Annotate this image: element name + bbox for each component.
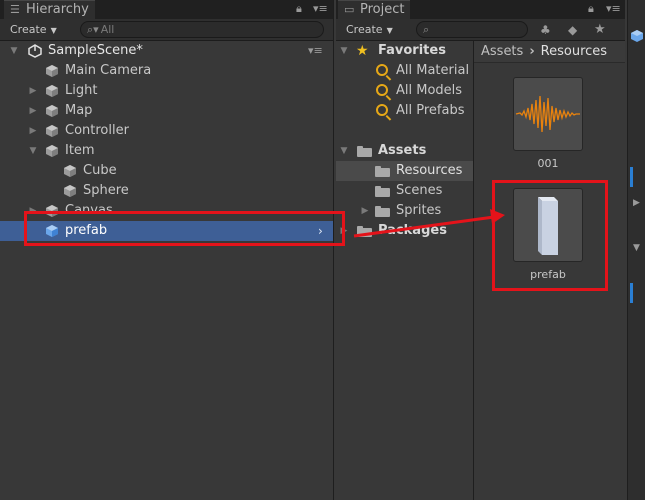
hierarchy-item-map[interactable]: ▶ Map [0,101,333,121]
gameobject-cube-icon [46,85,58,97]
hierarchy-tab-bar: ☰ Hierarchy 🔒︎ ▾≡ [0,0,333,19]
collapse-triangle-icon[interactable]: ▼ [339,141,349,161]
hierarchy-item-item[interactable]: ▼ Item [0,141,333,161]
inspector-panel-edge: ▶ ▼ [627,0,645,500]
filter-by-label-icon[interactable]: ◆ [568,23,577,37]
breadcrumb-resources[interactable]: Resources [541,44,607,59]
folder-icon [375,166,390,177]
scene-row[interactable]: ▼ SampleScene* ▾≡ [0,41,333,61]
saved-search-icon [376,84,388,96]
folder-icon [375,206,390,217]
lock-icon[interactable]: 🔒︎ [296,2,302,16]
hierarchy-toolbar: Create ▼ ⌕▾ All [0,19,333,41]
chevron-down-icon: ▼ [50,26,57,35]
search-icon: ⌕▾ [87,23,99,36]
breadcrumb-assets[interactable]: Assets [481,44,523,59]
chevron-down-icon: ▼ [386,26,393,35]
expand-triangle-icon[interactable]: ▶ [633,198,640,208]
folder-tab-icon: ▭ [344,3,355,16]
hierarchy-item-cube[interactable]: Cube [0,161,333,181]
hierarchy-panel: ☰ Hierarchy 🔒︎ ▾≡ Create ▼ ⌕▾ All ▼ SampleS… [0,0,334,500]
gameobject-cube-icon [64,185,76,197]
project-tab-bar: ▭ Project 🔒︎ ▾≡ [336,0,625,19]
folder-row-resources[interactable]: Resources [336,161,473,181]
hierarchy-item-controller[interactable]: ▶ Controller [0,121,333,141]
folder-icon [357,146,372,157]
filter-by-type-icon[interactable]: ♣ [540,23,551,37]
asset-thumbnail-001[interactable] [513,77,583,151]
inspector-toggle-marker [630,167,633,187]
collapse-triangle-icon[interactable]: ▼ [9,41,19,61]
annotation-box-hierarchy-prefab [24,211,345,246]
hierarchy-item-sphere[interactable]: Sphere [0,181,333,201]
asset-label-001: 001 [537,157,559,170]
create-dropdown[interactable]: Create ▼ [10,22,57,38]
gameobject-cube-icon [46,125,58,137]
project-toolbar: Create ▼ ⌕ ♣ ◆ ★ [336,19,625,41]
annotation-box-asset-prefab [492,180,608,291]
star-icon: ★ [356,43,369,59]
hierarchy-search-input[interactable]: ⌕▾ All [80,21,324,38]
panel-menu-icon[interactable]: ▾≡ [606,2,621,15]
folder-icon [375,186,390,197]
hierarchy-item-light[interactable]: ▶ Light [0,81,333,101]
panel-menu-icon[interactable]: ▾≡ [313,2,328,15]
list-icon: ☰ [10,3,20,16]
hierarchy-tab[interactable]: ☰ Hierarchy [4,0,95,19]
hierarchy-item-main-camera[interactable]: Main Camera [0,61,333,81]
saved-search-icon [376,104,388,116]
search-icon: ⌕ [423,23,430,36]
prefab-cube-icon [631,30,643,42]
expand-triangle-icon[interactable]: ▶ [28,101,38,121]
inspector-toggle-marker [630,283,633,303]
gameobject-cube-icon [46,145,58,157]
collapse-triangle-icon[interactable]: ▼ [339,41,349,61]
unity-scene-icon [28,44,42,58]
project-tab[interactable]: ▭ Project [338,0,411,19]
gameobject-cube-icon [64,165,76,177]
favorite-star-icon[interactable]: ★ [594,22,606,37]
scene-menu-icon[interactable]: ▾≡ [308,41,323,61]
expand-triangle-icon[interactable]: ▶ [28,121,38,141]
collapse-triangle-icon[interactable]: ▼ [28,141,38,161]
audio-waveform-icon [515,95,580,133]
scene-name: SampleScene* [48,43,143,58]
project-search-input[interactable]: ⌕ [416,21,528,38]
create-dropdown[interactable]: Create ▼ [346,22,393,38]
expand-triangle-icon[interactable]: ▶ [28,81,38,101]
folder-icon [357,226,372,237]
breadcrumb-separator-icon: › [529,44,535,59]
expand-triangle-icon[interactable]: ▶ [360,201,370,221]
gameobject-cube-icon [46,65,58,77]
saved-search-icon [376,64,388,76]
collapse-triangle-icon[interactable]: ▼ [633,243,640,253]
breadcrumb: Assets › Resources [474,41,625,63]
lock-icon[interactable]: 🔒︎ [588,2,594,16]
gameobject-cube-icon [46,105,58,117]
